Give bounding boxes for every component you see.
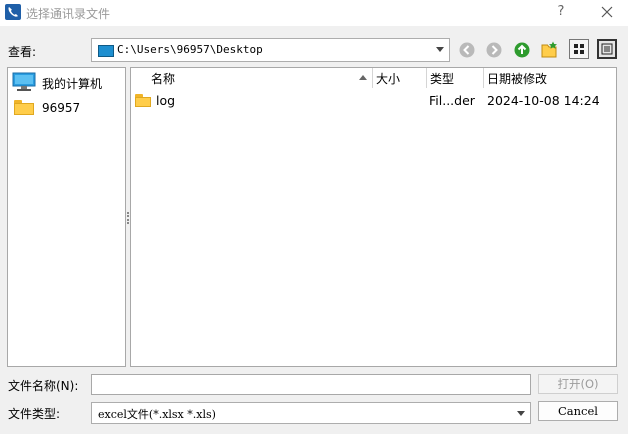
new-folder-button[interactable]: [540, 40, 560, 60]
column-header-size[interactable]: 大小: [373, 68, 427, 88]
file-type: Fil...der: [429, 93, 475, 108]
file-type-label: 文件类型:: [8, 407, 61, 421]
help-button[interactable]: ?: [548, 2, 574, 22]
file-type-combo[interactable]: excel文件(*.xlsx *.xls): [91, 402, 531, 424]
look-in-path: C:\Users\96957\Desktop: [117, 43, 263, 56]
forward-button[interactable]: [484, 40, 504, 60]
look-in-label: 查看:: [8, 45, 37, 59]
open-button[interactable]: 打开(O): [538, 374, 618, 394]
computer-icon: [12, 72, 36, 91]
window-title: 选择通讯录文件: [26, 7, 111, 21]
table-row[interactable]: log Fil...der 2024-10-08 14:24: [131, 90, 616, 112]
up-icon: [514, 42, 530, 58]
file-name: log: [156, 93, 176, 108]
sidebar-item-user-folder[interactable]: 96957: [12, 97, 122, 119]
look-in-combo[interactable]: C:\Users\96957\Desktop: [91, 38, 450, 62]
desktop-icon: [98, 45, 114, 57]
column-header-type[interactable]: 类型: [427, 68, 484, 88]
folder-icon: [135, 94, 151, 107]
sidebar-item-computer[interactable]: 我的计算机: [12, 71, 122, 93]
file-modified: 2024-10-08 14:24: [487, 93, 600, 108]
detail-view-icon: [601, 43, 613, 55]
file-name-label: 文件名称(N):: [8, 379, 79, 393]
file-list: 名称 大小 类型 日期被修改 log Fil...der 2024-10-08 …: [130, 67, 617, 367]
phone-icon: [5, 4, 21, 20]
chevron-down-icon: [436, 47, 444, 52]
close-icon: [601, 6, 613, 18]
column-header-modified[interactable]: 日期被修改: [484, 68, 616, 88]
column-header-name[interactable]: 名称: [131, 68, 373, 88]
back-icon: [459, 42, 475, 58]
sidebar-item-label: 我的计算机: [42, 77, 103, 91]
list-view-button[interactable]: [569, 39, 589, 59]
cancel-button[interactable]: Cancel: [538, 401, 618, 421]
new-folder-icon: [541, 41, 557, 58]
up-button[interactable]: [512, 40, 532, 60]
sidebar: 我的计算机 96957: [7, 67, 126, 367]
back-button[interactable]: [457, 40, 477, 60]
forward-icon: [486, 42, 502, 58]
file-name-input[interactable]: [91, 374, 531, 395]
folder-icon: [14, 100, 34, 115]
file-type-selected: excel文件(*.xlsx *.xls): [98, 408, 216, 421]
title-bar: 选择通讯录文件 ?: [0, 0, 628, 26]
chevron-down-icon: [517, 411, 525, 416]
sidebar-item-label: 96957: [42, 101, 81, 115]
sort-ascending-icon: [359, 75, 367, 80]
list-view-icon: [574, 44, 584, 54]
close-button[interactable]: [594, 2, 620, 22]
detail-view-button[interactable]: [597, 39, 617, 59]
